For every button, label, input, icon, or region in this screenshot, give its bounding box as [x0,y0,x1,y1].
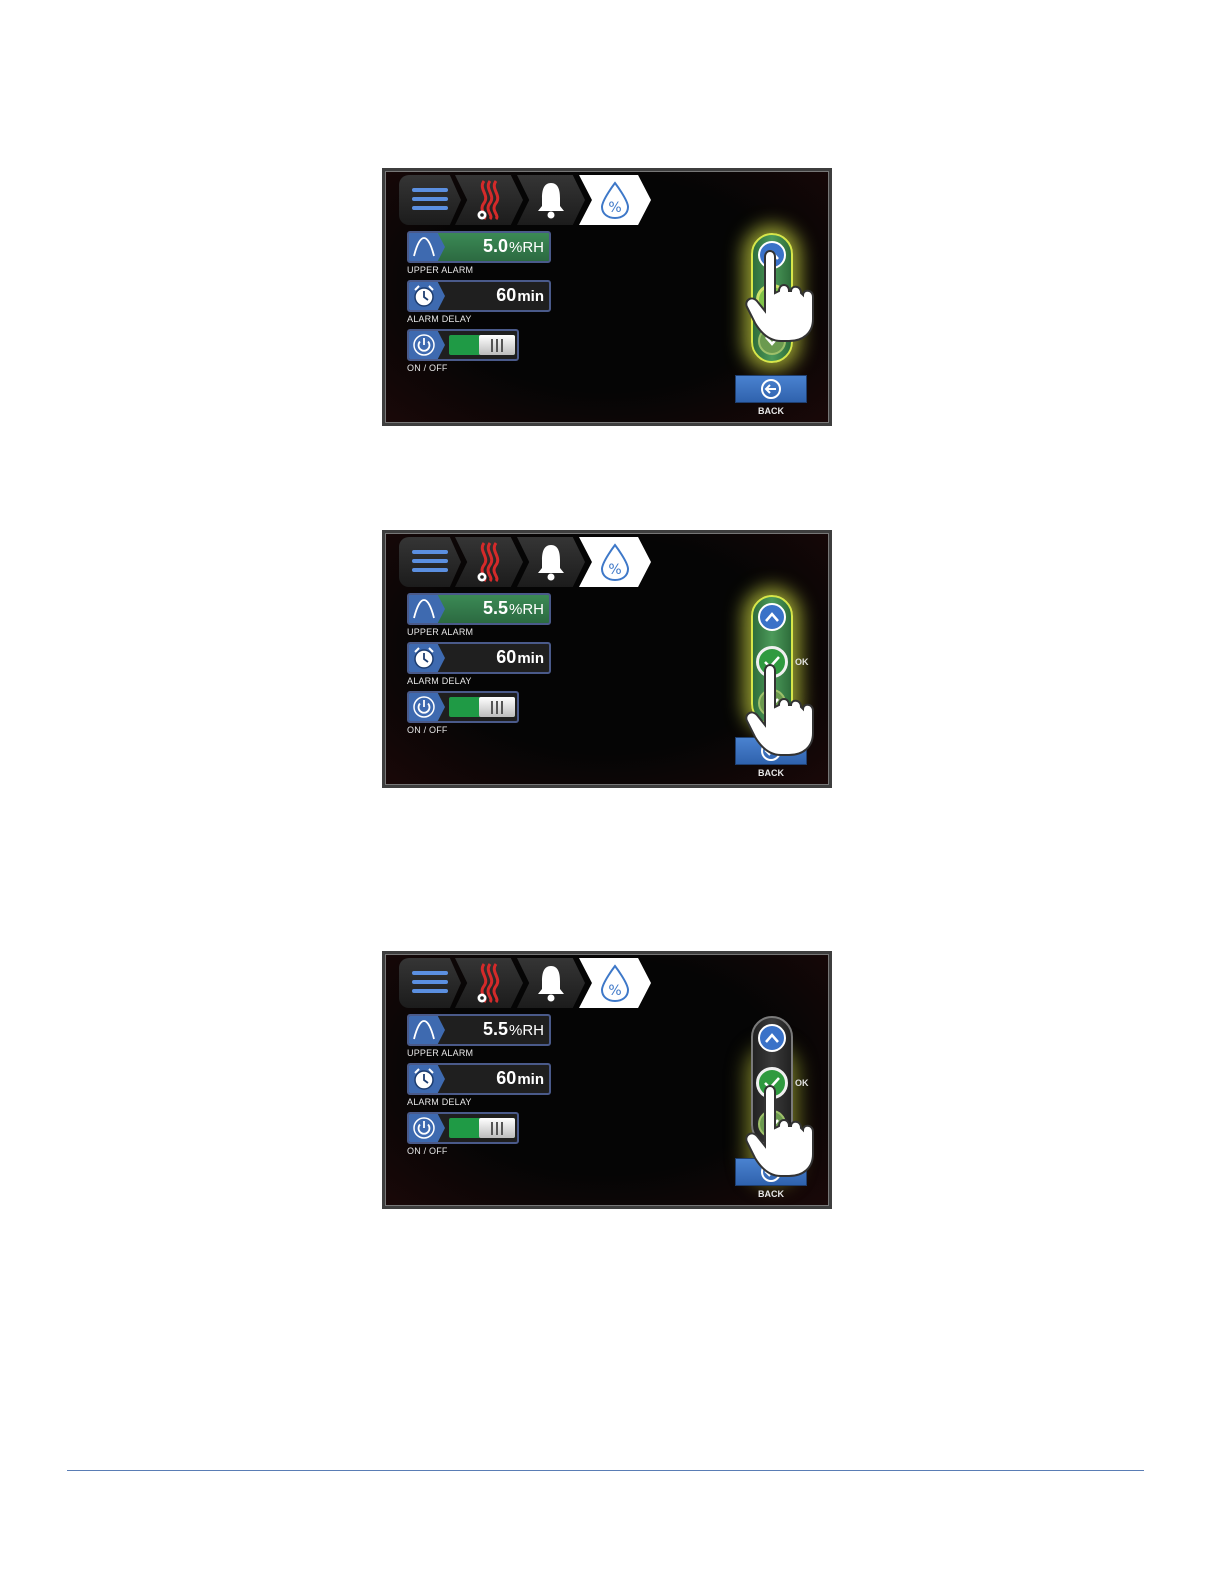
back-arrow-icon [761,379,781,399]
upper-alarm-label: UPPER ALARM [407,265,474,275]
heater-settings-icon [477,180,500,221]
clock-icon [409,282,445,310]
increase-button[interactable] [758,603,786,631]
upper-alarm-value: 5.5 %RH [482,1019,544,1039]
nav-heater[interactable] [455,175,523,225]
nav-alarm[interactable] [517,175,585,225]
alarm-delay-row: 60 min ALARM DELAY [407,1063,551,1107]
toggle-track [449,1118,515,1138]
alarm-bell-icon [538,183,564,219]
nav-menu[interactable] [399,958,461,1008]
power-icon [409,1114,445,1142]
controller-screen-3: % 5.5 %RH UPPER ALARM 60 min ALARM DELAY O… [382,951,832,1209]
alarm-delay-label: ALARM DELAY [407,314,472,324]
upper-alarm-field[interactable]: 5.5 %RH [407,593,551,625]
clock-icon [409,1065,445,1093]
nav-humidity[interactable]: % [579,537,651,587]
upper-alarm-value: 5.0 %RH [482,236,544,256]
humidity-percent-icon: % [600,964,630,1003]
breadcrumb-nav: % [399,175,651,225]
upper-alarm-curve-icon [409,233,445,261]
alarm-bell-icon [538,966,564,1002]
nav-menu[interactable] [399,537,461,587]
breadcrumb-nav: % [399,537,651,587]
hand-pointer-icon [745,250,814,342]
svg-text:%: % [608,562,621,578]
chevron-up-icon [765,612,779,622]
power-row: ON / OFF [407,691,519,735]
upper-alarm-field[interactable]: 5.5 %RH [407,1014,551,1046]
power-toggle[interactable] [407,1112,519,1144]
nav-humidity[interactable]: % [579,175,651,225]
power-row: ON / OFF [407,329,519,373]
toggle-knob[interactable] [479,1118,515,1138]
power-label: ON / OFF [407,363,448,373]
toggle-track [449,697,515,717]
menu-icon [412,550,448,572]
humidity-percent-icon: % [600,181,630,220]
hand-pointer-icon [745,664,814,756]
alarm-delay-value: 60 min [496,1068,544,1088]
upper-alarm-curve-icon [409,1016,445,1044]
breadcrumb-nav: % [399,958,651,1008]
back-label: BACK [758,406,784,416]
controller-screen-2: % 5.5 %RH UPPER ALARM 60 min ALARM DELAY O… [382,530,832,788]
alarm-delay-field[interactable]: 60 min [407,1063,551,1095]
upper-alarm-row: 5.5 %RH UPPER ALARM [407,593,551,637]
menu-icon [412,188,448,210]
alarm-delay-value: 60 min [496,285,544,305]
footer-divider [67,1470,1144,1471]
power-icon [409,331,445,359]
upper-alarm-row: 5.5 %RH UPPER ALARM [407,1014,551,1058]
menu-icon [412,971,448,993]
toggle-knob[interactable] [479,335,515,355]
heater-settings-icon [477,542,500,583]
alarm-delay-label: ALARM DELAY [407,1097,472,1107]
nav-heater[interactable] [455,537,523,587]
alarm-delay-row: 60 min ALARM DELAY [407,280,551,324]
alarm-delay-field[interactable]: 60 min [407,280,551,312]
upper-alarm-label: UPPER ALARM [407,1048,474,1058]
alarm-delay-row: 60 min ALARM DELAY [407,642,551,686]
nav-alarm[interactable] [517,537,585,587]
clock-icon [409,644,445,672]
svg-text:%: % [608,200,621,216]
upper-alarm-label: UPPER ALARM [407,627,474,637]
nav-menu[interactable] [399,175,461,225]
power-label: ON / OFF [407,725,448,735]
controller-screen-1: % 5.0 %RH UPPER ALARM 60 min ALARM DELAY O… [382,168,832,426]
power-label: ON / OFF [407,1146,448,1156]
power-toggle[interactable] [407,329,519,361]
upper-alarm-field[interactable]: 5.0 %RH [407,231,551,263]
increase-button[interactable] [758,1024,786,1052]
nav-humidity[interactable]: % [579,958,651,1008]
svg-text:%: % [608,983,621,999]
nav-alarm[interactable] [517,958,585,1008]
upper-alarm-value: 5.5 %RH [482,598,544,618]
back-label: BACK [758,768,784,778]
back-label: BACK [758,1189,784,1199]
chevron-up-icon [765,1033,779,1043]
heater-settings-icon [477,963,500,1004]
alarm-delay-label: ALARM DELAY [407,676,472,686]
power-row: ON / OFF [407,1112,519,1156]
alarm-delay-field[interactable]: 60 min [407,642,551,674]
hand-pointer-icon [745,1085,814,1177]
power-icon [409,693,445,721]
upper-alarm-curve-icon [409,595,445,623]
toggle-knob[interactable] [479,697,515,717]
alarm-bell-icon [538,545,564,581]
humidity-percent-icon: % [600,543,630,582]
alarm-delay-value: 60 min [496,647,544,667]
power-toggle[interactable] [407,691,519,723]
nav-heater[interactable] [455,958,523,1008]
back-button[interactable] [735,375,807,403]
upper-alarm-row: 5.0 %RH UPPER ALARM [407,231,551,275]
toggle-track [449,335,515,355]
